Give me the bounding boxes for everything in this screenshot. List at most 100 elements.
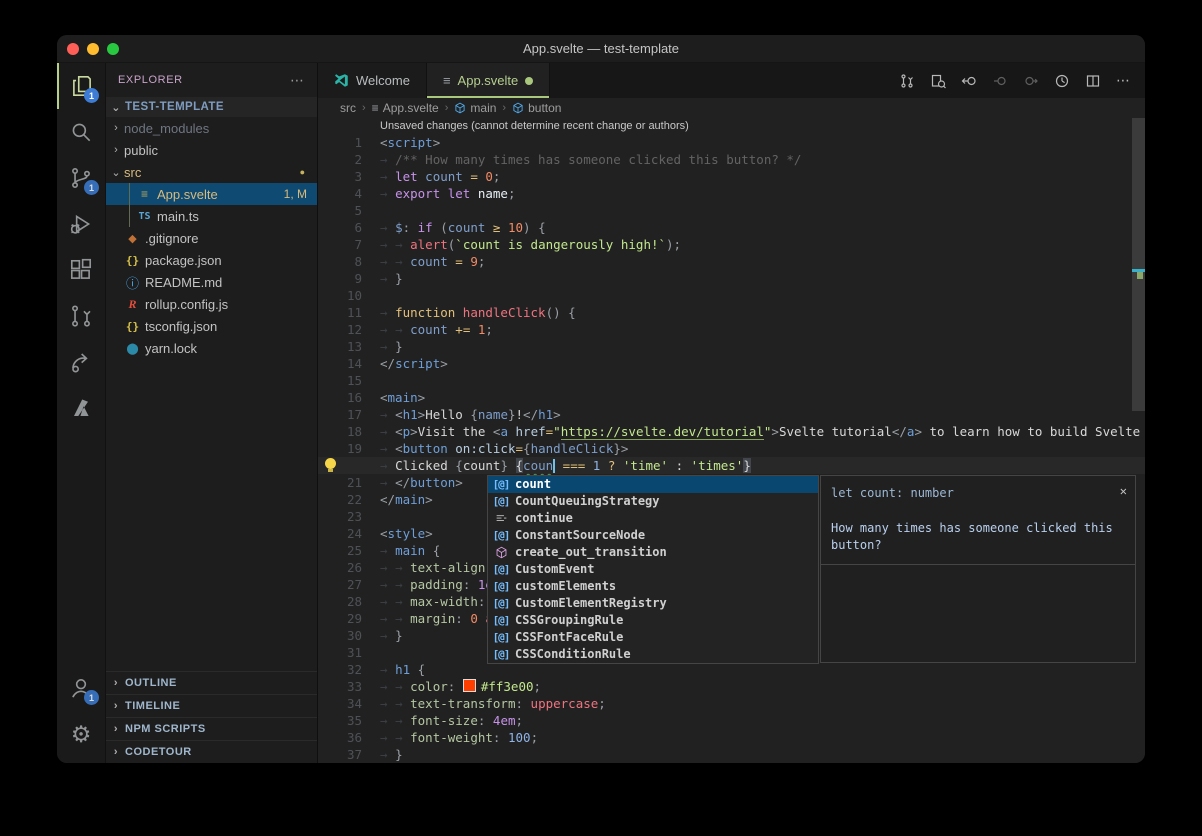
folder-src[interactable]: ⌄src● — [106, 161, 317, 183]
suggestion-create_out_transition[interactable]: create_out_transition — [488, 544, 818, 561]
code-line-13[interactable]: 13→ } — [318, 338, 1145, 355]
suggestion-CSSGroupingRule[interactable]: [@]CSSGroupingRule — [488, 612, 818, 629]
panel-timeline[interactable]: ›TIMELINE — [106, 694, 317, 717]
chevron-down-icon: ⌄ — [110, 166, 122, 179]
code-line-4[interactable]: 4→ export let name; — [318, 185, 1145, 202]
code-line-19[interactable]: 19→ <button on:click={handleClick}> — [318, 440, 1145, 457]
editor-scrollbar[interactable] — [1132, 118, 1145, 411]
App.svelte-file-icon: ≡ — [136, 187, 153, 201]
git-pull-request-icon[interactable] — [899, 73, 915, 89]
code-line-2[interactable]: 2→ /** How many times has someone clicke… — [318, 151, 1145, 168]
activity-explorer-icon[interactable]: 1 — [57, 63, 105, 109]
run-timeline-icon[interactable] — [1054, 73, 1070, 89]
gitlens-unsaved-annotation[interactable]: Unsaved changes (cannot determine recent… — [318, 118, 1145, 134]
line-number: 18 — [318, 423, 362, 440]
code-line-5[interactable]: 5 — [318, 202, 1145, 219]
more-actions-icon[interactable]: ⋯ — [1116, 72, 1131, 89]
line-content: → → count += 1; — [362, 321, 493, 338]
suggestion-label: count — [515, 476, 551, 493]
breadcrumb-item-button[interactable]: button — [512, 101, 561, 115]
file-App.svelte[interactable]: ≡App.svelte1, M — [106, 183, 317, 205]
panel-npm-scripts[interactable]: ›NPM SCRIPTS — [106, 717, 317, 740]
file-label: package.json — [145, 253, 222, 268]
code-line-14[interactable]: 14</script> — [318, 355, 1145, 372]
code-line-9[interactable]: 9→ } — [318, 270, 1145, 287]
line-number: 25 — [318, 542, 362, 559]
split-editor-icon[interactable] — [1085, 73, 1101, 89]
file-main.ts[interactable]: TSmain.ts — [106, 205, 317, 227]
code-line-6[interactable]: 6→ $: if (count ≥ 10) { — [318, 219, 1145, 236]
file-README.md[interactable]: ⓘREADME.md — [106, 271, 317, 293]
activity-azure-icon[interactable] — [57, 385, 105, 431]
folder-public[interactable]: ›public — [106, 139, 317, 161]
project-root-folder[interactable]: ⌄ TEST-TEMPLATE — [106, 97, 317, 117]
line-number: 24 — [318, 525, 362, 542]
file-.gitignore[interactable]: ◆.gitignore — [106, 227, 317, 249]
activity-extensions-icon[interactable] — [57, 247, 105, 293]
line-content: → main { — [362, 542, 440, 559]
code-line-11[interactable]: 11→ function handleClick() { — [318, 304, 1145, 321]
file-package.json[interactable]: {} package.json — [106, 249, 317, 271]
activity-github-pull-requests-icon[interactable] — [57, 293, 105, 339]
open-changes-icon[interactable] — [930, 73, 946, 89]
tab-app-svelte[interactable]: ≡App.svelte — [427, 63, 550, 98]
line-content: → <p>Visit the <a href="https://svelte.d… — [362, 423, 1145, 440]
suggestion-continue[interactable]: continue — [488, 510, 818, 527]
code-line-36[interactable]: 36→ → font-weight: 100; — [318, 729, 1145, 746]
activity-live-share-icon[interactable] — [57, 339, 105, 385]
code-line-18[interactable]: 18→ <p>Visit the <a href="https://svelte… — [318, 423, 1145, 440]
code-line-33[interactable]: 33→ → color: #ff3e00; — [318, 678, 1145, 695]
activity-search-icon[interactable] — [57, 109, 105, 155]
next-change-icon[interactable] — [1023, 73, 1039, 89]
breadcrumb-separator: › — [362, 102, 366, 114]
line-content — [362, 644, 380, 661]
activity-run-debug-icon[interactable] — [57, 201, 105, 247]
code-line-16[interactable]: 16<main> — [318, 389, 1145, 406]
file-rollup.config.js[interactable]: Rrollup.config.js — [106, 293, 317, 315]
file-tsconfig.json[interactable]: {}tsconfig.json — [106, 315, 317, 337]
modified-dot: ● — [300, 167, 305, 177]
code-line-3[interactable]: 3→ let count = 0; — [318, 168, 1145, 185]
line-content: → /** How many times has someone clicked… — [362, 151, 801, 168]
breadcrumb-item-src[interactable]: src — [340, 101, 356, 115]
suggestion-ConstantSourceNode[interactable]: [@]ConstantSourceNode — [488, 527, 818, 544]
code-line-17[interactable]: 17→ <h1>Hello {name}!</h1> — [318, 406, 1145, 423]
package.json-file-icon: {} — [124, 254, 141, 267]
suggestion-CustomElementRegistry[interactable]: [@]CustomElementRegistry — [488, 595, 818, 612]
code-line-37[interactable]: 37→ } — [318, 746, 1145, 763]
close-icon[interactable]: ✕ — [1120, 483, 1127, 500]
activity-accounts-icon[interactable]: 1 — [57, 665, 105, 711]
suggestion-CountQueuingStrategy[interactable]: [@]CountQueuingStrategy — [488, 493, 818, 510]
folder-node_modules[interactable]: ›node_modules — [106, 117, 317, 139]
code-line-10[interactable]: 10 — [318, 287, 1145, 304]
file-label: .gitignore — [145, 231, 198, 246]
code-line-7[interactable]: 7→ → alert(`count is dangerously high!`)… — [318, 236, 1145, 253]
suggestion-CSSFontFaceRule[interactable]: [@]CSSFontFaceRule — [488, 629, 818, 646]
suggestion-customElements[interactable]: [@]customElements — [488, 578, 818, 595]
navigate-back-icon[interactable] — [961, 73, 977, 89]
code-line-35[interactable]: 35→ → font-size: 4em; — [318, 712, 1145, 729]
tab-welcome[interactable]: Welcome — [318, 63, 427, 98]
explorer-more-actions-icon[interactable]: ⋯ — [290, 72, 305, 89]
panel-outline[interactable]: ›OUTLINE — [106, 671, 317, 694]
code-line-8[interactable]: 8→ → count = 9; — [318, 253, 1145, 270]
code-line-1[interactable]: 1<script> — [318, 134, 1145, 151]
file-yarn.lock[interactable]: ⬤yarn.lock — [106, 337, 317, 359]
code-line-12[interactable]: 12→ → count += 1; — [318, 321, 1145, 338]
lightbulb-icon[interactable] — [324, 458, 337, 474]
symbol-variable-icon: [@] — [492, 629, 510, 646]
code-editor[interactable]: Unsaved changes (cannot determine recent… — [318, 118, 1145, 763]
code-line-34[interactable]: 34→ → text-transform: uppercase; — [318, 695, 1145, 712]
symbol-variable-icon: [@] — [492, 493, 510, 510]
activity-settings-icon[interactable]: ⚙ — [57, 711, 105, 757]
panel-codetour[interactable]: ›CODETOUR — [106, 740, 317, 763]
code-line-20[interactable]: → Clicked {count} {coun === 1 ? 'time' :… — [318, 457, 1145, 474]
breadcrumb-item-app-svelte[interactable]: ≡App.svelte — [372, 101, 439, 115]
breadcrumb-item-main[interactable]: main — [454, 101, 496, 115]
previous-change-icon[interactable] — [992, 73, 1008, 89]
code-line-15[interactable]: 15 — [318, 372, 1145, 389]
suggestion-count[interactable]: [@]count — [488, 476, 818, 493]
suggestion-CustomEvent[interactable]: [@]CustomEvent — [488, 561, 818, 578]
suggestion-CSSConditionRule[interactable]: [@]CSSConditionRule — [488, 646, 818, 663]
activity-source-control-icon[interactable]: 1 — [57, 155, 105, 201]
